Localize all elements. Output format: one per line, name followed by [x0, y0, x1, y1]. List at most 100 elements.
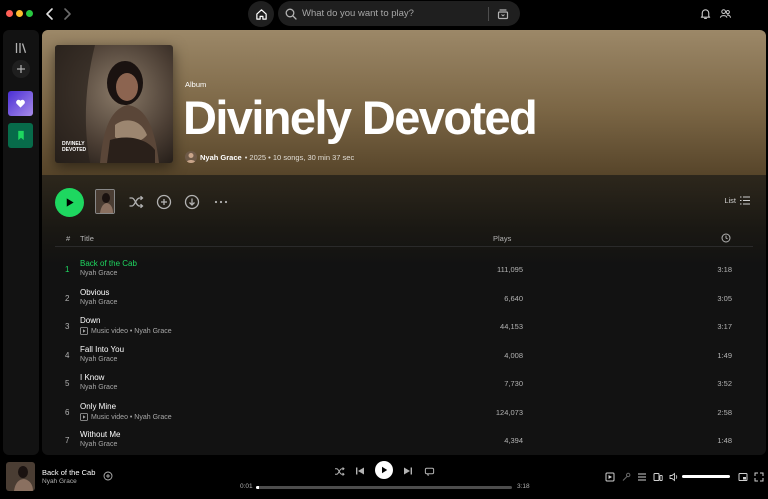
back-button[interactable] [43, 7, 57, 21]
table-row[interactable]: 2 Obvious Nyah Grace 6,640 3:05 [55, 284, 753, 312]
more-icon [214, 200, 227, 203]
play-icon [382, 466, 388, 474]
volume-slider[interactable] [682, 475, 730, 478]
track-artist-text[interactable]: Music video • Nyah Grace [91, 328, 172, 335]
track-title[interactable]: Fall Into You [80, 345, 124, 354]
now-playing-cover[interactable] [6, 462, 35, 491]
table-row[interactable]: 7 Without Me Nyah Grace 4,394 1:48 [55, 426, 753, 454]
minimize-window-button[interactable] [16, 10, 23, 17]
now-playing-view-button[interactable] [604, 471, 615, 482]
progress-bar[interactable] [256, 486, 512, 489]
track-number: 3 [65, 322, 70, 331]
save-to-library-button[interactable] [155, 193, 172, 210]
track-artist-text[interactable]: Nyah Grace [80, 384, 117, 391]
play-pause-button[interactable] [375, 461, 393, 479]
now-playing-title[interactable]: Back of the Cab [42, 468, 95, 477]
top-bar [0, 0, 768, 28]
saved-bookmark-icon [17, 130, 24, 141]
liked-songs-heart-icon [16, 99, 25, 108]
table-row[interactable]: 3 Down Music video • Nyah Grace 44,153 3… [55, 312, 753, 340]
artist-link[interactable]: Nyah Grace [200, 153, 242, 162]
play-button[interactable] [55, 188, 84, 217]
track-number: 2 [65, 294, 70, 303]
repeat-icon [424, 467, 434, 476]
mini-player-icon [738, 472, 747, 481]
table-row[interactable]: 6 Only Mine Music video • Nyah Grace 124… [55, 398, 753, 426]
table-row[interactable]: 5 I Know Nyah Grace 7,730 3:52 [55, 369, 753, 397]
track-plays: 6,640 [504, 294, 523, 303]
download-button[interactable] [183, 193, 200, 210]
bell-icon [700, 9, 711, 19]
track-plays: 44,153 [500, 322, 523, 331]
liked-songs-item[interactable] [8, 91, 33, 116]
header-title[interactable]: Title [80, 234, 94, 243]
header-number: # [66, 234, 71, 243]
maximize-window-button[interactable] [26, 10, 33, 17]
your-episodes-item[interactable] [8, 123, 33, 148]
friend-activity-button[interactable] [719, 7, 733, 21]
search-bar[interactable] [278, 1, 520, 26]
track-duration: 2:58 [717, 408, 732, 417]
track-title[interactable]: Without Me [80, 430, 120, 439]
header-duration[interactable] [721, 233, 731, 243]
notifications-button[interactable] [699, 7, 713, 21]
browse-icon[interactable] [497, 8, 509, 20]
now-playing-add-button[interactable] [103, 471, 113, 481]
header-plays[interactable]: Plays [493, 234, 511, 243]
now-playing-artist[interactable]: Nyah Grace [42, 478, 77, 485]
track-title[interactable]: Back of the Cab [80, 259, 137, 268]
track-plays: 7,730 [504, 379, 523, 388]
now-playing-view-icon [605, 472, 614, 481]
queue-button[interactable] [636, 471, 647, 482]
fullscreen-button[interactable] [753, 471, 764, 482]
previous-button[interactable] [354, 465, 366, 477]
track-title[interactable]: Obvious [80, 288, 109, 297]
track-title[interactable]: Only Mine [80, 402, 116, 411]
shuffle-toggle[interactable] [333, 465, 345, 477]
plus-icon [17, 65, 25, 73]
album-cover: DIVINELY DEVOTED [55, 45, 173, 163]
search-input[interactable] [302, 8, 482, 19]
close-window-button[interactable] [6, 10, 13, 17]
lyrics-button[interactable] [620, 471, 631, 482]
more-options-button[interactable] [212, 193, 229, 210]
table-row[interactable]: 4 Fall Into You Nyah Grace 4,008 1:49 [55, 341, 753, 369]
track-title[interactable]: I Know [80, 373, 104, 382]
create-playlist-button[interactable] [8, 56, 34, 82]
library-icon [15, 43, 27, 53]
next-button[interactable] [402, 465, 414, 477]
music-video-icon [80, 327, 88, 335]
track-artist-text[interactable]: Music video • Nyah Grace [91, 414, 172, 421]
table-row[interactable]: 1 Back of the Cab Nyah Grace 111,095 3:1… [55, 255, 753, 283]
track-number: 6 [65, 408, 70, 417]
shuffle-button[interactable] [127, 193, 144, 210]
chevron-left-icon [46, 8, 53, 20]
album-header: DIVINELY DEVOTED Album Divinely Devoted … [42, 30, 766, 175]
repeat-button[interactable] [423, 465, 435, 477]
track-plays: 124,073 [495, 408, 523, 417]
track-number: 4 [65, 351, 70, 360]
artist-avatar[interactable] [185, 151, 197, 163]
home-button[interactable] [248, 1, 274, 27]
track-artist-text[interactable]: Nyah Grace [80, 356, 117, 363]
track-artist-text[interactable]: Nyah Grace [80, 270, 117, 277]
mute-button[interactable] [668, 471, 679, 482]
album-title: Divinely Devoted [183, 91, 538, 144]
forward-button[interactable] [60, 7, 74, 21]
track-artist-text[interactable]: Nyah Grace [80, 299, 117, 306]
view-toggle-button[interactable]: List [724, 196, 750, 205]
track-title[interactable]: Down [80, 316, 100, 325]
mini-player-button[interactable] [737, 471, 748, 482]
album-meta: Nyah Grace • 2025 • 10 songs, 30 min 37 … [185, 151, 354, 163]
music-video-icon [80, 413, 88, 421]
add-circle-icon [103, 471, 113, 481]
total-time: 3:18 [517, 483, 530, 490]
connect-device-button[interactable] [652, 471, 663, 482]
preview-cover-button[interactable] [95, 189, 115, 214]
track-plays: 4,008 [504, 351, 523, 360]
track-plays: 4,394 [504, 436, 523, 445]
track-artist-text[interactable]: Nyah Grace [80, 441, 117, 448]
friends-icon [719, 9, 732, 18]
track-number: 5 [65, 379, 70, 388]
volume-fill [682, 475, 730, 478]
